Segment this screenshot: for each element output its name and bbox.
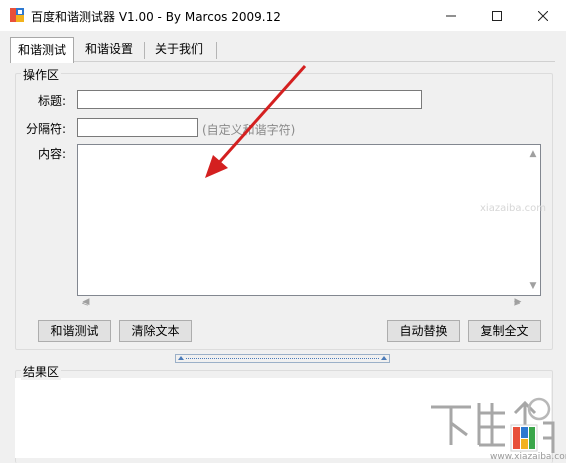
app-window: 百度和谐测试器 V1.00 - By Marcos 2009.12 和谐测试 和… xyxy=(0,0,566,463)
splitter-arrow-up-icon xyxy=(178,356,184,360)
separator-input[interactable] xyxy=(77,118,198,137)
maximize-icon xyxy=(492,10,502,21)
auto-replace-button[interactable]: 自动替换 xyxy=(387,320,460,342)
minimize-button[interactable] xyxy=(428,0,474,31)
hscroll-left-icon[interactable]: < xyxy=(79,298,91,310)
content-textarea-frame: ▲ ▼ ◀ ▶ xyxy=(77,144,541,307)
splitter-handle[interactable] xyxy=(175,354,390,363)
title-bar[interactable]: 百度和谐测试器 V1.00 - By Marcos 2009.12 xyxy=(0,0,566,31)
separator-hint: (自定义和谐字符) xyxy=(202,123,296,137)
hscroll-right-icon[interactable]: > xyxy=(511,298,523,310)
watermark-logo xyxy=(431,397,555,453)
minimize-icon xyxy=(446,15,456,16)
title-label: 标题: xyxy=(38,94,67,108)
window-title: 百度和谐测试器 V1.00 - By Marcos 2009.12 xyxy=(31,10,281,24)
content-textarea[interactable] xyxy=(78,145,522,281)
close-icon xyxy=(538,10,548,21)
watermark-url: www.xiazaiba.com xyxy=(490,452,566,462)
tab-harmony-test[interactable]: 和谐测试 xyxy=(10,37,74,63)
copy-all-button[interactable]: 复制全文 xyxy=(468,320,541,342)
harmony-test-button[interactable]: 和谐测试 xyxy=(38,320,111,342)
scroll-up-icon[interactable]: ▲ xyxy=(527,148,539,160)
app-icon xyxy=(10,8,24,22)
content-label: 内容: xyxy=(38,147,67,161)
close-button[interactable] xyxy=(520,0,566,31)
tab-about-us[interactable]: 关于我们 xyxy=(148,38,210,61)
operation-group-label: 操作区 xyxy=(21,66,62,83)
separator-label: 分隔符: xyxy=(26,122,67,136)
splitter-grip xyxy=(186,358,379,359)
clear-text-button[interactable]: 清除文本 xyxy=(119,320,192,342)
faint-watermark-text: xiazaiba.com xyxy=(480,203,546,214)
result-group-label: 结果区 xyxy=(21,363,62,380)
scroll-down-icon[interactable]: ▼ xyxy=(527,280,539,292)
maximize-button[interactable] xyxy=(474,0,520,31)
tab-harmony-settings[interactable]: 和谐设置 xyxy=(78,38,140,61)
title-input[interactable] xyxy=(77,90,422,109)
splitter-arrow-up-icon xyxy=(381,356,387,360)
tab-separator xyxy=(144,42,145,59)
tab-separator xyxy=(216,42,217,59)
